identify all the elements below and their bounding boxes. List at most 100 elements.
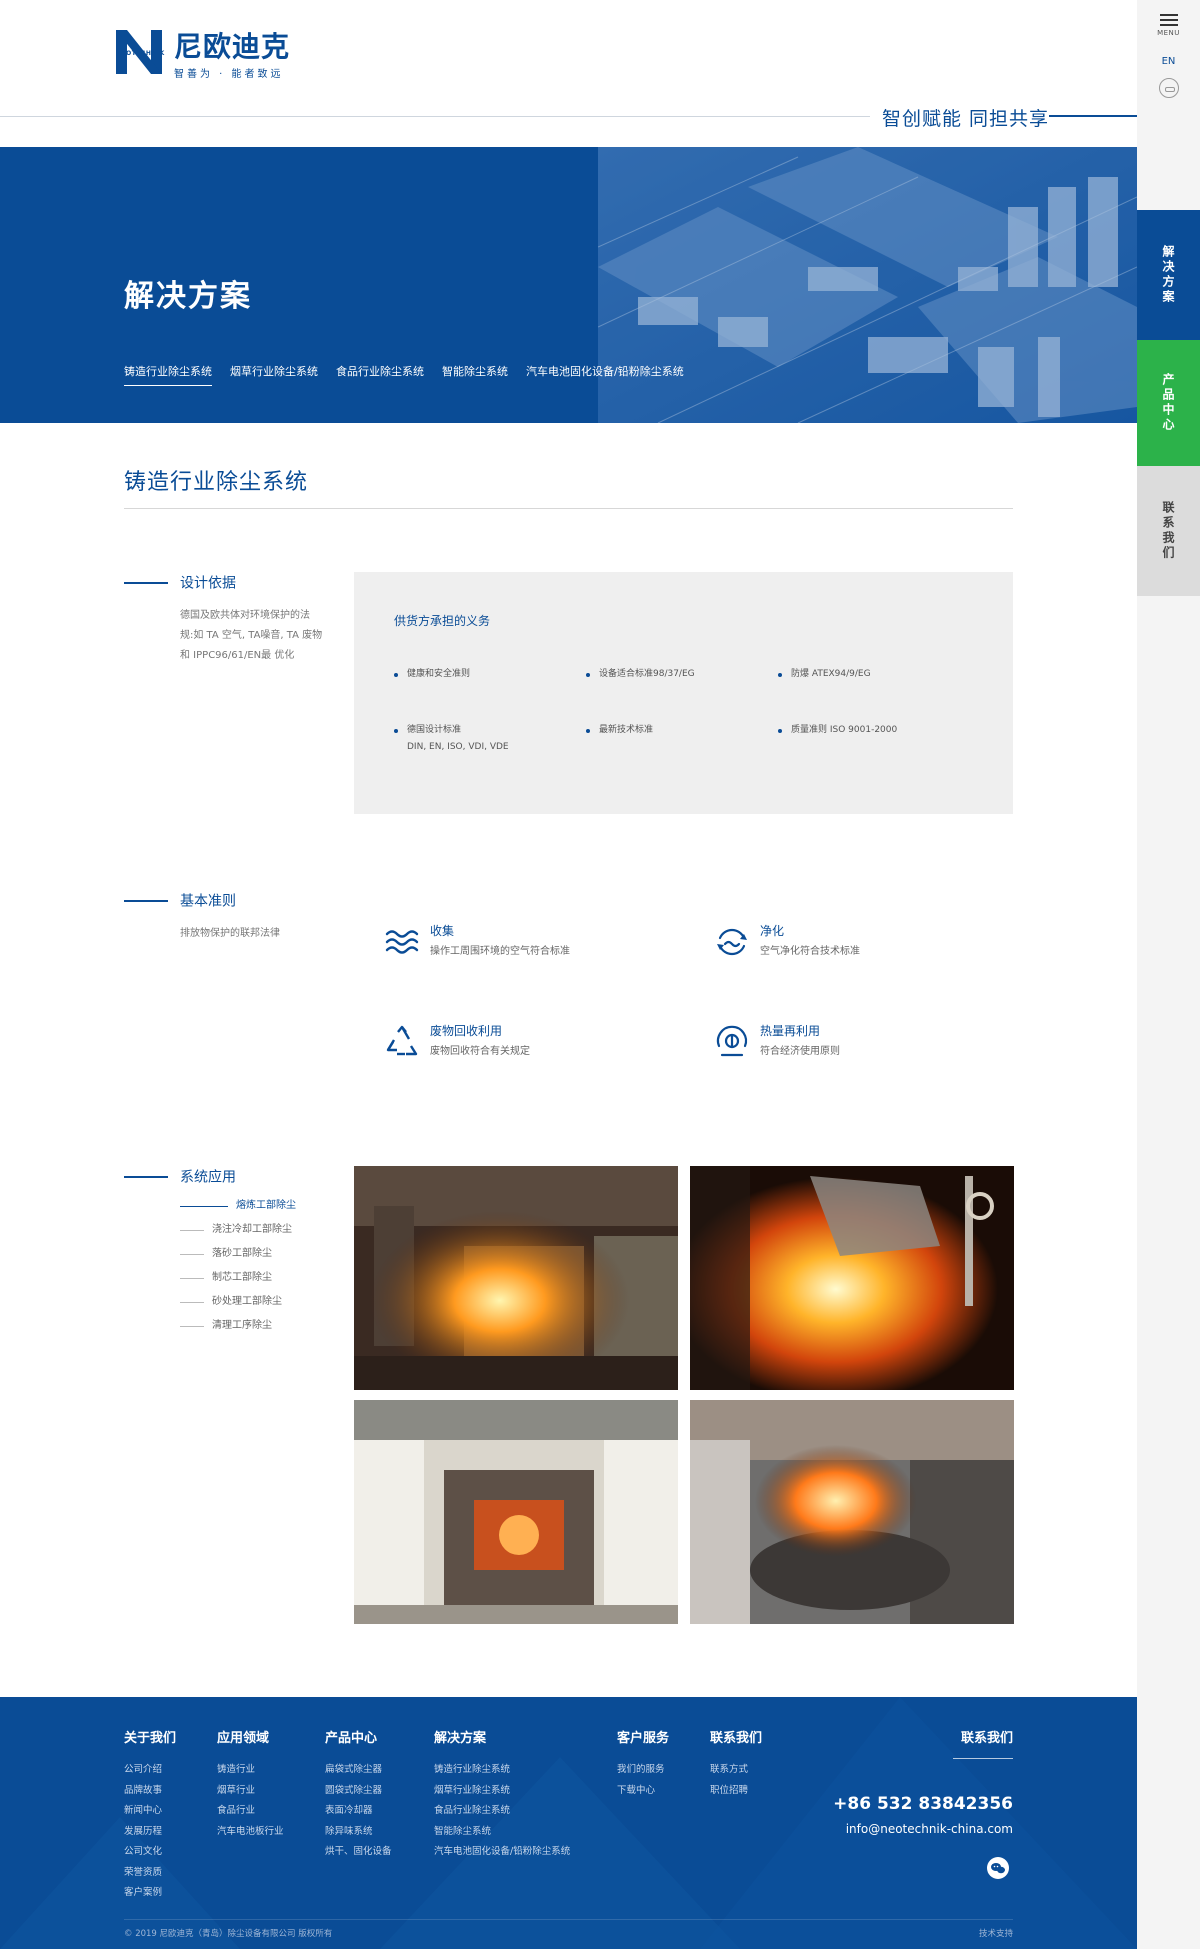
footer-heading[interactable]: 关于我们 [124,1727,176,1746]
footer-link[interactable]: 我们的服务 [617,1760,669,1781]
heat-icon [716,1025,748,1057]
logo-latin-text: NEOTECHNIK [116,50,165,57]
footer-link[interactable]: 品牌故事 [124,1781,176,1802]
label-text: 基本准则 [180,893,236,910]
duty-item: 德国设计标准 DIN, EN, ISO, VDI, VDE [394,722,509,756]
footer-link[interactable]: 职位招聘 [710,1781,762,1802]
footer-link[interactable]: 公司介绍 [124,1760,176,1781]
application-item-sand[interactable]: 砂处理工部除尘 [180,1294,296,1318]
supplier-duties-box: 供货方承担的义务 健康和安全准则 设备适合标准98/37/EG 防爆 ATEX9… [354,572,1013,814]
label-dash [124,899,168,902]
footer-link[interactable]: 汽车电池板行业 [217,1822,284,1843]
wechat-icon[interactable] [987,1857,1009,1879]
footer-link[interactable]: 发展历程 [124,1822,176,1843]
footer-link[interactable]: 除异味系统 [325,1822,392,1843]
footer-link[interactable]: 荣誉资质 [124,1863,176,1884]
logo[interactable]: NEOTECHNIK 尼欧迪克 智善为 · 能者致远 [116,30,300,80]
footer-link[interactable]: 食品行业 [217,1801,284,1822]
application-list: 熔炼工部除尘 浇注冷却工部除尘 落砂工部除尘 制芯工部除尘 砂处理工部除尘 清理… [180,1198,296,1342]
principle-desc: 废物回收符合有关规定 [430,1046,530,1057]
footer-link[interactable]: 扁袋式除尘器 [325,1760,392,1781]
duty-text: 德国设计标准 [407,725,462,735]
footer-col-about: 关于我们 公司介绍 品牌故事 新闻中心 发展历程 公司文化 荣誉资质 客户案例 [124,1727,176,1904]
principle-recycle: 废物回收利用 废物回收符合有关规定 [384,1022,664,1082]
subnav-item-foundry[interactable]: 铸造行业除尘系统 [124,363,212,386]
side-tab-products[interactable]: 产品中心 [1137,340,1200,466]
footer-link[interactable]: 客户案例 [124,1883,176,1904]
footer-link[interactable]: 表面冷却器 [325,1801,392,1822]
footer-link[interactable]: 公司文化 [124,1842,176,1863]
footer-phone[interactable]: +86 532 83842356 [833,1794,1013,1814]
footer-heading[interactable]: 解决方案 [434,1727,570,1746]
footer-heading[interactable]: 客户服务 [617,1727,669,1746]
hamburger-icon [1159,14,1178,26]
language-switch-en[interactable]: EN [1137,56,1200,67]
side-tab-contact[interactable]: 联系我们 [1137,466,1200,596]
footer-col-contact: 联系我们 联系方式 职位招聘 [710,1727,762,1801]
menu-button[interactable]: MENU [1137,14,1200,37]
furnace-photo-3 [354,1400,678,1624]
section-title: 铸造行业除尘系统 [124,470,309,495]
purify-icon [717,928,747,956]
footer-link[interactable]: 联系方式 [710,1760,762,1781]
footer-bottom-divider [124,1919,1013,1920]
label-text: 设计依据 [180,575,236,592]
solution-subnav: 铸造行业除尘系统 烟草行业除尘系统 食品行业除尘系统 智能除尘系统 汽车电池固化… [124,363,702,386]
footer-email[interactable]: info@neotechnik-china.com [846,1822,1013,1836]
duty-item: 设备适合标准98/37/EG [586,666,695,683]
footer-link[interactable]: 食品行业除尘系统 [434,1801,570,1822]
label-dash [124,581,168,584]
principle-desc: 操作工周围环境的空气符合标准 [430,946,570,957]
principles-label: 基本准则 [124,890,236,911]
footer-link[interactable]: 汽车电池固化设备/铅粉除尘系统 [434,1842,570,1863]
footer-link[interactable]: 烟草行业 [217,1781,284,1802]
footer-link[interactable]: 铸造行业除尘系统 [434,1760,570,1781]
application-item-cleaning[interactable]: 清理工序除尘 [180,1318,296,1342]
site-footer: 关于我们 公司介绍 品牌故事 新闻中心 发展历程 公司文化 荣誉资质 客户案例 … [0,1697,1137,1949]
design-basis-label: 设计依据 [124,572,236,593]
application-item-shakeout[interactable]: 落砂工部除尘 [180,1246,296,1270]
subnav-item-battery[interactable]: 汽车电池固化设备/铅粉除尘系统 [526,363,684,386]
principle-title: 收集 [430,924,455,938]
footer-link[interactable]: 烟草行业除尘系统 [434,1781,570,1802]
banner-title: 解决方案 [124,279,252,314]
subnav-item-smart[interactable]: 智能除尘系统 [442,363,508,386]
side-tab-solutions[interactable]: 解决方案 [1137,210,1200,340]
principles-description: 排放物保护的联邦法律 [180,928,280,939]
footer-col-products: 产品中心 扁袋式除尘器 圆袋式除尘器 表面冷却器 除异味系统 烘干、固化设备 [325,1727,392,1863]
label-dash [124,1175,168,1178]
footer-link[interactable]: 智能除尘系统 [434,1822,570,1843]
duty-item: 质量准则 ISO 9001-2000 [778,722,897,739]
duty-item: 最新技术标准 [586,722,653,739]
header-tagline: 智创赋能 同担共享 [869,104,1049,131]
subnav-item-food[interactable]: 食品行业除尘系统 [336,363,424,386]
application-item-pouring[interactable]: 浇注冷却工部除尘 [180,1222,296,1246]
footer-tech-support[interactable]: 技术支持 [979,1927,1013,1939]
application-item-coremaking[interactable]: 制芯工部除尘 [180,1270,296,1294]
footer-heading[interactable]: 产品中心 [325,1727,392,1746]
principle-title: 净化 [760,924,785,938]
principle-title: 热量再利用 [760,1024,821,1038]
logo-brand-name: 尼欧迪克 [174,30,291,63]
description-line: 规:如 TA 空气, TA噪音, TA 废物 [180,630,323,641]
footer-link[interactable]: 铸造行业 [217,1760,284,1781]
wechat-circle-icon[interactable] [1159,78,1179,98]
subnav-item-tobacco[interactable]: 烟草行业除尘系统 [230,363,318,386]
application-item-melting[interactable]: 熔炼工部除尘 [180,1198,296,1222]
footer-link[interactable]: 烘干、固化设备 [325,1842,392,1863]
footer-link[interactable]: 下载中心 [617,1781,669,1802]
right-sidebar: MENU EN 解决方案 产品中心 联系我们 [1137,0,1200,1949]
footer-col-solutions: 解决方案 铸造行业除尘系统 烟草行业除尘系统 食品行业除尘系统 智能除尘系统 汽… [434,1727,570,1863]
section-divider [124,508,1013,509]
footer-link[interactable]: 新闻中心 [124,1801,176,1822]
menu-label: MENU [1157,29,1180,37]
duty-text: 最新技术标准 [599,725,654,735]
footer-link[interactable]: 圆袋式除尘器 [325,1781,392,1802]
label-text: 系统应用 [180,1169,236,1186]
footer-contact-heading: 联系我们 [960,1731,1013,1746]
side-tab-label: 解决方案 [1161,245,1175,305]
footer-heading[interactable]: 应用领域 [217,1727,284,1746]
applications-label: 系统应用 [124,1166,236,1187]
furnace-photo-2 [690,1166,1014,1390]
footer-heading[interactable]: 联系我们 [710,1727,762,1746]
